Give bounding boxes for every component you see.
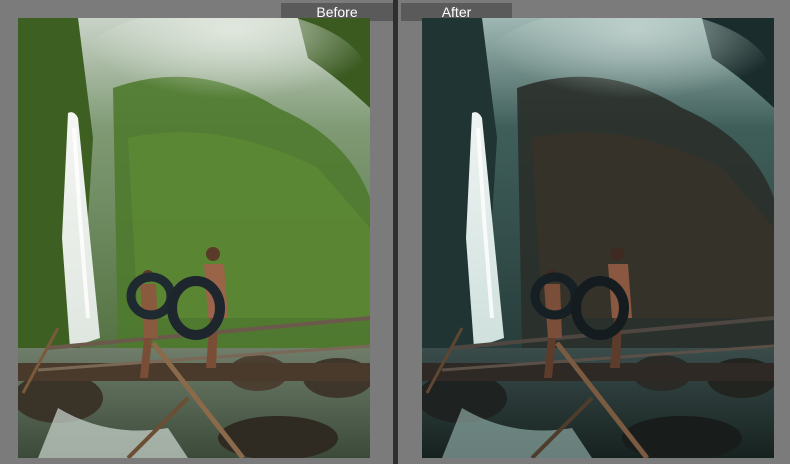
- before-photo: [18, 18, 370, 458]
- after-photo: [422, 18, 774, 458]
- after-photo-image: [422, 18, 774, 458]
- before-photo-image: [18, 18, 370, 458]
- before-after-compare-view: Before After: [0, 0, 790, 464]
- compare-divider[interactable]: [393, 0, 398, 464]
